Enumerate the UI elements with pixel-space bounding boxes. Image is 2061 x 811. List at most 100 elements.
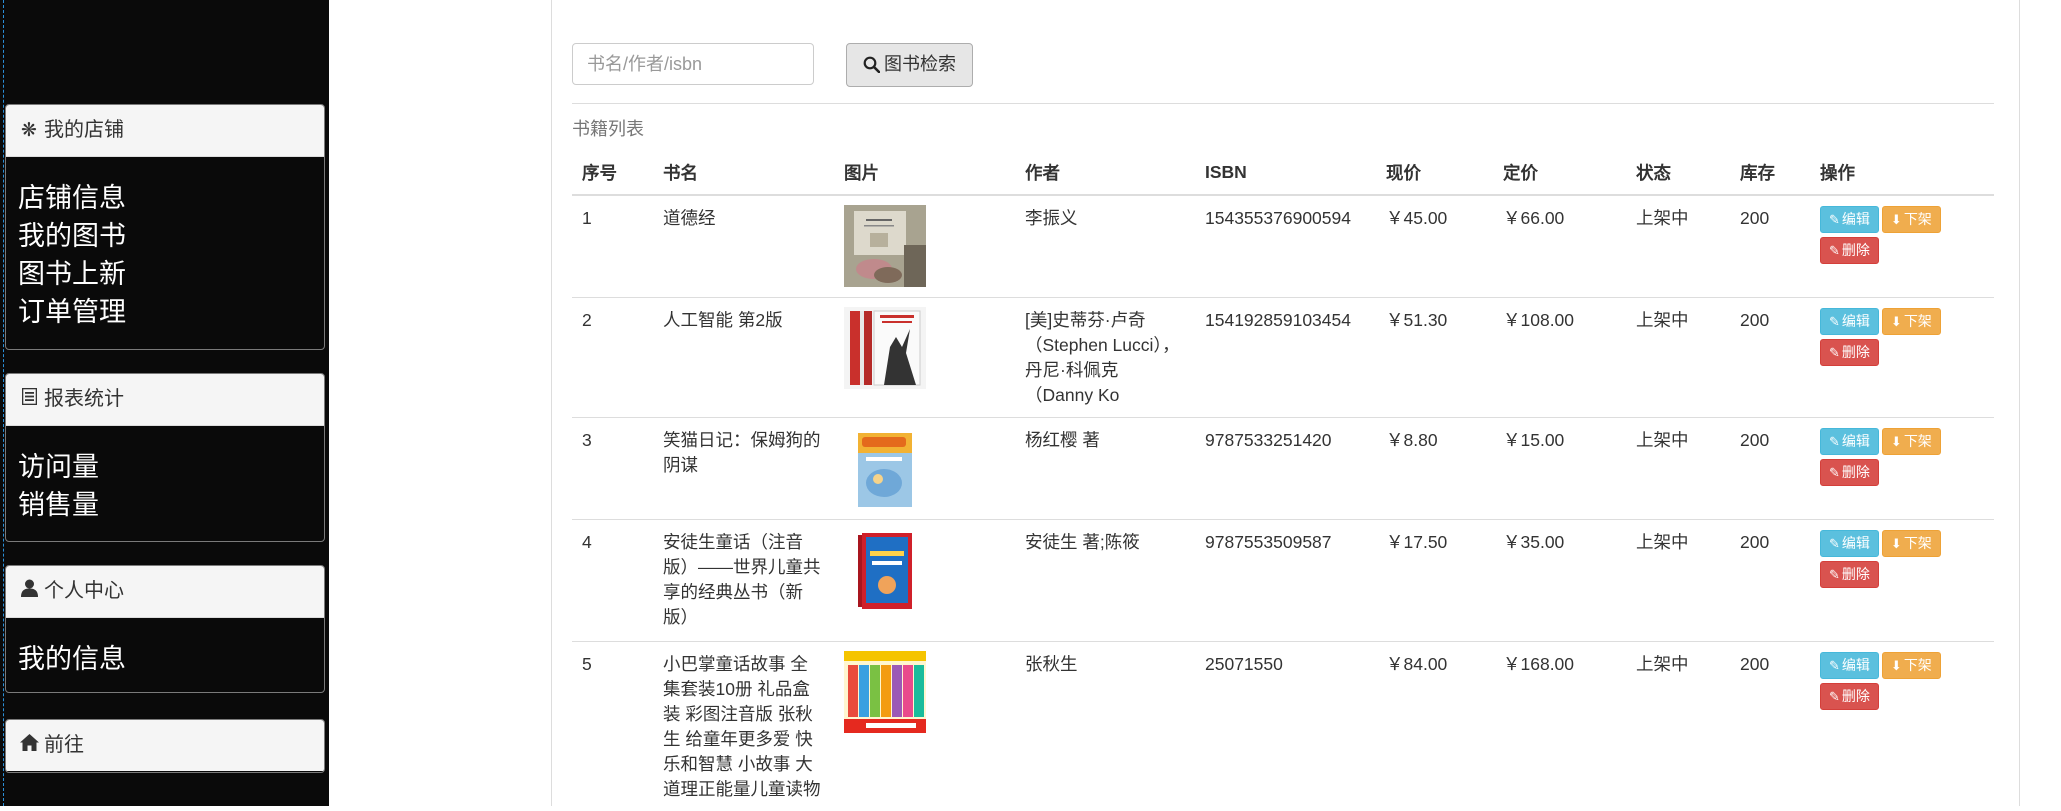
- arrow-down-icon: ⬇: [1890, 433, 1902, 449]
- cell-isbn: 154355376900594: [1195, 194, 1376, 297]
- cell-price: ￥45.00: [1376, 194, 1493, 297]
- panel-heading-personal: 个人中心: [6, 566, 324, 618]
- cell-price: ￥51.30: [1376, 296, 1493, 417]
- pencil-icon: ✎: [1829, 566, 1840, 582]
- table-row: 2 人工智能 第2版 [美]史蒂芬·卢奇（Stephen Lucci），丹尼·科: [572, 296, 1994, 417]
- cell-isbn: 9787553509587: [1195, 518, 1376, 641]
- list-icon: [18, 374, 40, 425]
- col-header-stock: 库存: [1730, 151, 1810, 196]
- table-row: 1 道德经 李振义 154355376900594 ￥45.00 ￥66.00 …: [572, 194, 1994, 297]
- delete-button[interactable]: ✎ 删除: [1820, 560, 1879, 588]
- book-cover-image: [844, 306, 926, 389]
- edit-button[interactable]: ✎ 编辑: [1820, 307, 1879, 335]
- divider: [572, 103, 1994, 104]
- panel-goto[interactable]: 前往: [5, 719, 325, 773]
- offshelf-button[interactable]: ⬇ 下架: [1881, 206, 1941, 233]
- cell-title: 道德经: [653, 194, 834, 297]
- panel-heading-goto[interactable]: 前往: [6, 720, 324, 771]
- sidebar-item-my-info[interactable]: 我的信息: [18, 640, 324, 678]
- cell-title: 安徒生童话（注音版）——世界儿童共享的经典丛书（新版）: [653, 518, 834, 641]
- col-header-isbn: ISBN: [1195, 151, 1376, 196]
- cell-stock: 200: [1730, 416, 1810, 519]
- col-header-author: 作者: [1015, 151, 1195, 196]
- pencil-icon: ✎: [1829, 657, 1840, 673]
- col-header-list-price: 定价: [1493, 151, 1626, 196]
- cell-price: ￥84.00: [1376, 640, 1493, 811]
- panel-my-shop: ❋ 我的店铺 店铺信息 我的图书 图书上新 订单管理: [5, 104, 325, 350]
- pencil-icon: ✎: [1829, 433, 1840, 449]
- home-icon: [18, 720, 40, 771]
- sidebar-item-orders[interactable]: 订单管理: [18, 293, 324, 331]
- cell-price: ￥8.80: [1376, 416, 1493, 519]
- delete-button[interactable]: ✎ 删除: [1820, 237, 1879, 264]
- col-header-title: 书名: [653, 151, 834, 196]
- cell-author: 杨红樱 著: [1015, 416, 1195, 519]
- offshelf-button[interactable]: ⬇ 下架: [1881, 651, 1941, 679]
- pencil-icon: ✎: [1829, 212, 1840, 227]
- edit-button[interactable]: ✎ 编辑: [1820, 651, 1879, 679]
- table-caption: 书籍列表: [572, 119, 644, 139]
- cell-status: 上架中: [1626, 296, 1730, 417]
- cell-stock: 200: [1730, 296, 1810, 417]
- sidebar-item-visits[interactable]: 访问量: [18, 448, 324, 486]
- cell-price: ￥17.50: [1376, 518, 1493, 641]
- search-button[interactable]: 图书检索: [846, 43, 973, 87]
- sidebar-item-shop-info[interactable]: 店铺信息: [18, 179, 324, 217]
- edit-button[interactable]: ✎ 编辑: [1820, 206, 1879, 233]
- delete-button[interactable]: ✎ 删除: [1820, 338, 1879, 366]
- pencil-icon: ✎: [1829, 313, 1840, 329]
- pencil-icon: ✎: [1829, 464, 1840, 480]
- pencil-icon: ✎: [1829, 688, 1840, 704]
- book-cover-image: [844, 528, 926, 611]
- offshelf-button[interactable]: ⬇ 下架: [1881, 427, 1941, 455]
- offshelf-button[interactable]: ⬇ 下架: [1881, 307, 1941, 335]
- pencil-icon: ✎: [1829, 535, 1840, 551]
- sidebar: ❋ 我的店铺 店铺信息 我的图书 图书上新 订单管理 报表统计 访问量 销售量 个…: [0, 0, 329, 806]
- cell-author: [美]史蒂芬·卢奇（Stephen Lucci），丹尼·科佩克（Danny Ko: [1015, 296, 1195, 417]
- cell-isbn: 9787533251420: [1195, 416, 1376, 519]
- books-table: 序号 书名 图片 作者 ISBN 现价 定价 状态 库存 操作 1 道德经 李振…: [572, 151, 1994, 811]
- user-icon: [18, 566, 40, 617]
- cell-no: 5: [572, 640, 653, 811]
- cell-stock: 200: [1730, 518, 1810, 641]
- cell-list-price: ￥15.00: [1493, 416, 1626, 519]
- pencil-icon: ✎: [1829, 344, 1840, 360]
- table-row: 4 安徒生童话（注音版）——世界儿童共享的经典丛书（新版） 安徒生 著;陈筱 9…: [572, 518, 1994, 641]
- sidebar-item-sales[interactable]: 销售量: [18, 486, 324, 524]
- col-header-no: 序号: [572, 151, 653, 196]
- delete-button[interactable]: ✎ 删除: [1820, 458, 1879, 486]
- arrow-down-icon: ⬇: [1890, 657, 1902, 673]
- sidebar-item-my-books[interactable]: 我的图书: [18, 217, 324, 255]
- book-cover-image: [844, 650, 926, 733]
- cell-title: 小巴掌童话故事 全集套装10册 礼品盒装 彩图注音版 张秋生 给童年更多爱 快乐…: [653, 640, 834, 811]
- table-row: 3 笑猫日记：保姆狗的阴谋 杨红樱 著 9787533251420 ￥8.80 …: [572, 416, 1994, 519]
- arrow-down-icon: ⬇: [1890, 313, 1902, 329]
- delete-button[interactable]: ✎ 删除: [1820, 682, 1879, 710]
- cell-list-price: ￥35.00: [1493, 518, 1626, 641]
- edit-button[interactable]: ✎ 编辑: [1820, 427, 1879, 455]
- cell-stock: 200: [1730, 640, 1810, 811]
- arrow-down-icon: ⬇: [1890, 212, 1902, 227]
- cell-isbn: 154192859103454: [1195, 296, 1376, 417]
- table-header-row: 序号 书名 图片 作者 ISBN 现价 定价 状态 库存 操作: [572, 151, 1994, 196]
- panel-personal: 个人中心 我的信息: [5, 565, 325, 693]
- asterisk-icon: ❋: [21, 120, 37, 141]
- cell-no: 3: [572, 416, 653, 519]
- sidebar-guide-line: [3, 0, 4, 806]
- edit-button[interactable]: ✎ 编辑: [1820, 529, 1879, 557]
- col-header-price: 现价: [1376, 151, 1493, 196]
- cell-status: 上架中: [1626, 416, 1730, 519]
- cell-title: 笑猫日记：保姆狗的阴谋: [653, 416, 834, 519]
- table-row: 5 小巴掌童话故事 全集套装10册 礼品盒装 彩图注音版 张秋生 给童年更多爱 …: [572, 640, 1994, 811]
- cell-no: 2: [572, 296, 653, 417]
- arrow-down-icon: ⬇: [1890, 535, 1902, 551]
- pencil-icon: ✎: [1829, 243, 1840, 258]
- sidebar-item-new-books[interactable]: 图书上新: [18, 255, 324, 293]
- search-input[interactable]: [572, 43, 814, 85]
- cell-status: 上架中: [1626, 194, 1730, 297]
- panel-heading-my-shop: ❋ 我的店铺: [6, 105, 324, 157]
- offshelf-button[interactable]: ⬇ 下架: [1881, 529, 1941, 557]
- cell-stock: 200: [1730, 194, 1810, 297]
- cell-title: 人工智能 第2版: [653, 296, 834, 417]
- cell-list-price: ￥108.00: [1493, 296, 1626, 417]
